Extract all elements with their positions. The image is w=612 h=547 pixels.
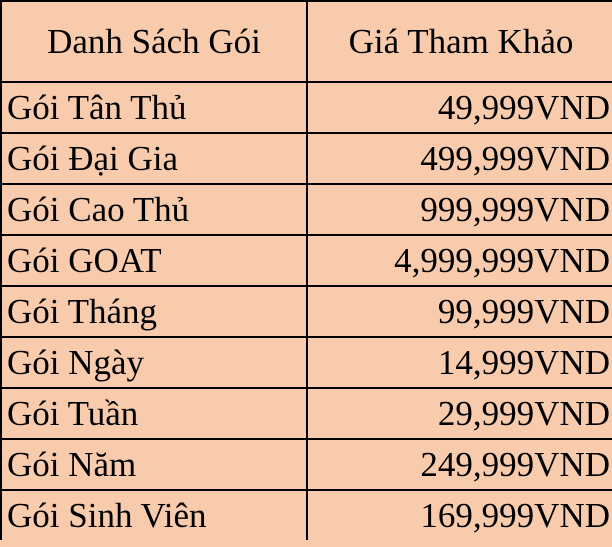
package-name-cell[interactable]: Gói Sinh Viên bbox=[0, 489, 308, 540]
package-price-cell[interactable]: 14,999VND bbox=[306, 336, 612, 389]
package-name-cell[interactable]: Gói Ngày bbox=[0, 336, 308, 389]
table-row: Gói Tháng 99,999VND bbox=[0, 285, 612, 338]
spreadsheet-area: Danh Sách Gói Giá Tham Khảo Gói Tân Thủ … bbox=[0, 0, 612, 547]
package-price-cell[interactable]: 49,999VND bbox=[306, 81, 612, 134]
package-name-cell[interactable]: Gói Năm bbox=[0, 438, 308, 491]
table-row: Gói Tân Thủ 49,999VND bbox=[0, 81, 612, 134]
package-name-cell[interactable]: Gói Tuần bbox=[0, 387, 308, 440]
package-price-cell[interactable]: 499,999VND bbox=[306, 132, 612, 185]
package-name-cell[interactable]: Gói Cao Thủ bbox=[0, 183, 308, 236]
package-price-cell[interactable]: 99,999VND bbox=[306, 285, 612, 338]
table-row: Gói Cao Thủ 999,999VND bbox=[0, 183, 612, 236]
header-reference-price[interactable]: Giá Tham Khảo bbox=[306, 0, 612, 83]
table-row: Gói Đại Gia 499,999VND bbox=[0, 132, 612, 185]
package-price-cell[interactable]: 999,999VND bbox=[306, 183, 612, 236]
package-price-cell[interactable]: 169,999VND bbox=[306, 489, 612, 540]
package-name-cell[interactable]: Gói Đại Gia bbox=[0, 132, 308, 185]
package-price-table: Danh Sách Gói Giá Tham Khảo Gói Tân Thủ … bbox=[0, 0, 612, 540]
package-price-cell[interactable]: 29,999VND bbox=[306, 387, 612, 440]
table-row: Gói Sinh Viên 169,999VND bbox=[0, 489, 612, 540]
package-price-cell[interactable]: 4,999,999VND bbox=[306, 234, 612, 287]
table-row: Gói Ngày 14,999VND bbox=[0, 336, 612, 389]
table-row: Gói GOAT 4,999,999VND bbox=[0, 234, 612, 287]
package-name-cell[interactable]: Gói Tháng bbox=[0, 285, 308, 338]
header-row: Danh Sách Gói Giá Tham Khảo bbox=[0, 0, 612, 83]
table-row: Gói Tuần 29,999VND bbox=[0, 387, 612, 440]
package-name-cell[interactable]: Gói Tân Thủ bbox=[0, 81, 308, 134]
package-name-cell[interactable]: Gói GOAT bbox=[0, 234, 308, 287]
package-price-cell[interactable]: 249,999VND bbox=[306, 438, 612, 491]
table-row: Gói Năm 249,999VND bbox=[0, 438, 612, 491]
header-package-list[interactable]: Danh Sách Gói bbox=[0, 0, 308, 83]
